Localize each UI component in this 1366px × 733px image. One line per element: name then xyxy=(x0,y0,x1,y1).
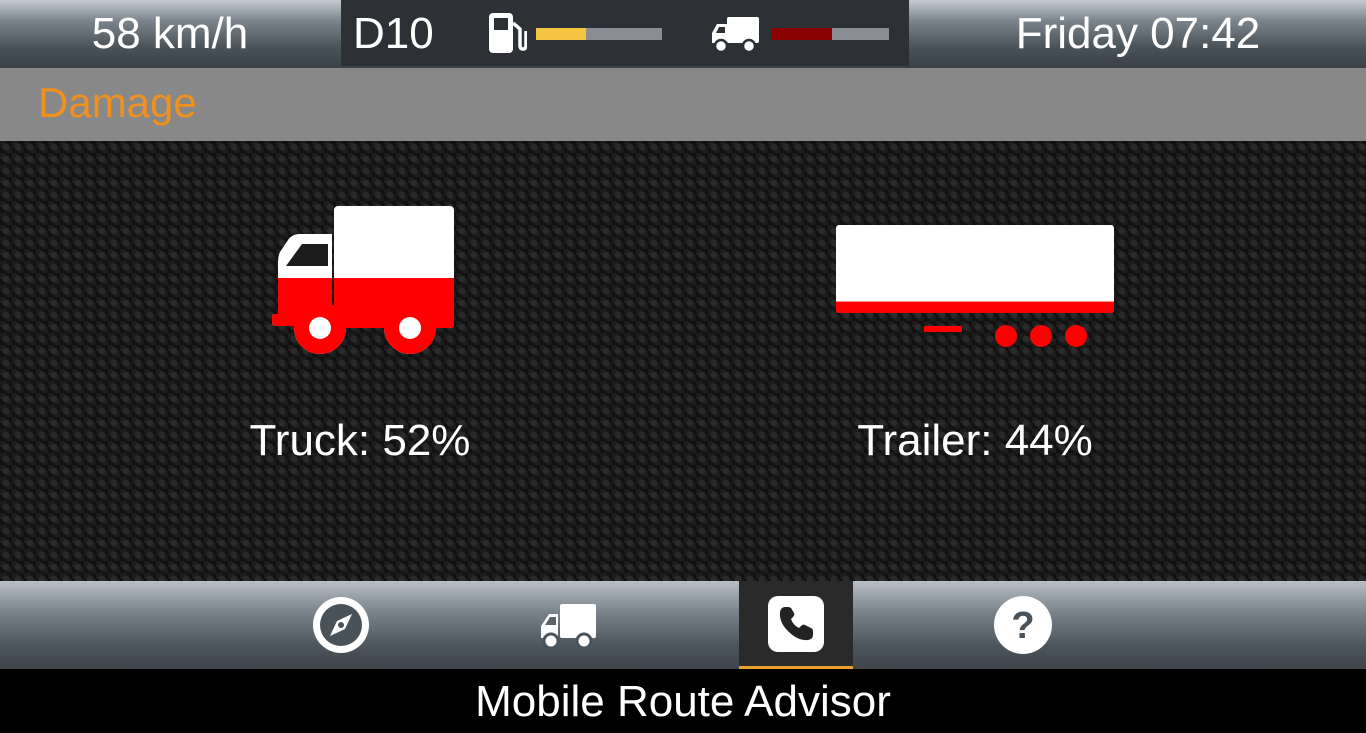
help-icon: ? xyxy=(994,596,1052,654)
truck-damage-gauge xyxy=(771,28,889,40)
compass-icon xyxy=(313,597,369,653)
truck-damage-icon xyxy=(272,206,454,354)
vehicle-status-panel: D10 xyxy=(341,0,909,66)
status-bar: 58 km/h D10 Friday 07:42 xyxy=(0,0,1366,68)
truck-icon xyxy=(712,17,759,54)
fuel-pump-icon xyxy=(489,13,527,53)
svg-text:?: ? xyxy=(1011,605,1034,647)
damage-panel: Truck: 52% Trailer: 44% xyxy=(0,141,1366,581)
fuel-gauge-fill xyxy=(536,28,587,40)
clock: Friday 07:42 xyxy=(1015,9,1261,58)
nav-navigation-button[interactable] xyxy=(284,581,398,669)
truck-damage-label: Truck: 52% xyxy=(249,416,471,465)
phone-icon xyxy=(768,595,824,652)
page-title: Damage xyxy=(38,79,197,126)
title-bar: Damage xyxy=(0,68,1366,141)
bottom-nav: ? xyxy=(0,581,1366,669)
truck-icon xyxy=(541,604,596,650)
trailer-damage-label: Trailer: 44% xyxy=(857,416,1093,465)
nav-truck-button[interactable] xyxy=(512,581,626,669)
nav-phone-button[interactable] xyxy=(739,581,853,669)
trailer-damage-icon xyxy=(836,225,1114,347)
app-title: Mobile Route Advisor xyxy=(0,669,1366,733)
fuel-gauge xyxy=(536,28,662,40)
nav-help-button[interactable]: ? xyxy=(966,581,1080,669)
truck-damage-gauge-fill xyxy=(771,28,833,40)
gear-indicator: D10 xyxy=(353,9,434,58)
speed-readout: 58 km/h xyxy=(91,9,249,58)
